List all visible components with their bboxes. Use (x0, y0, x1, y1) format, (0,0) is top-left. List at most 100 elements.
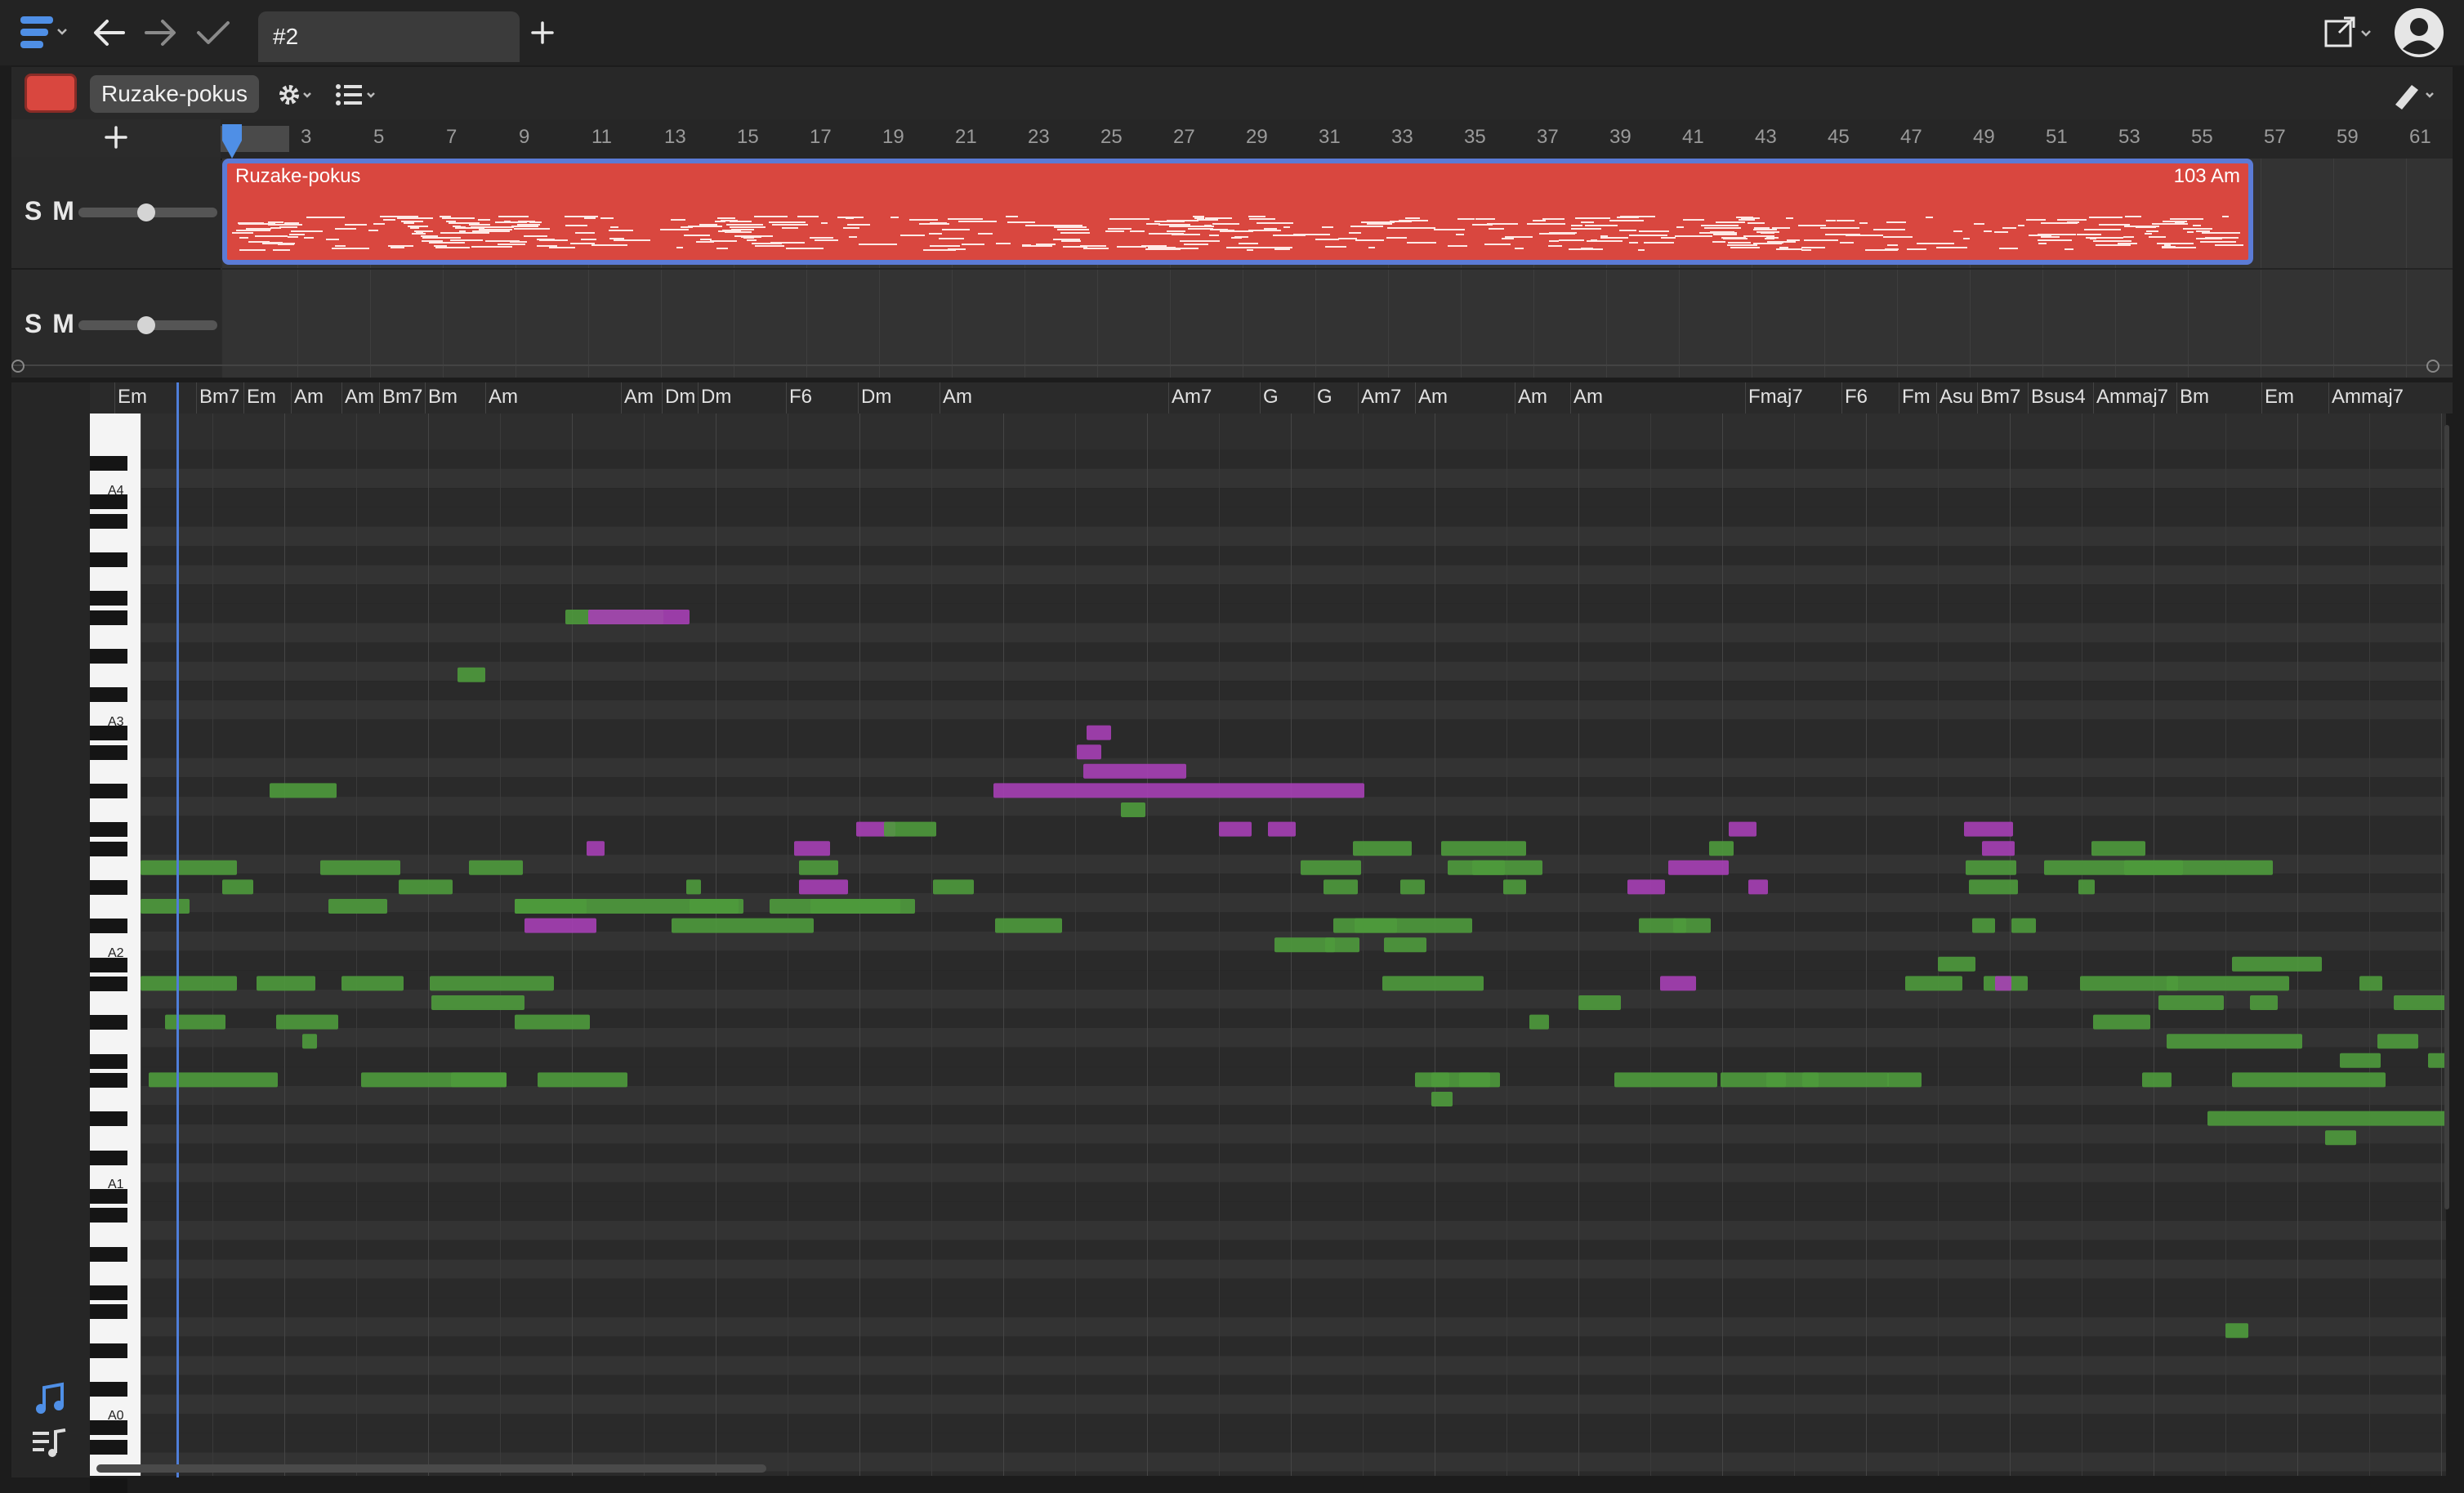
volume-knob[interactable] (137, 316, 155, 334)
black-key[interactable] (90, 1304, 127, 1320)
add-track-icon[interactable] (101, 123, 131, 156)
chord-label[interactable]: Ammaj7 (2332, 386, 2404, 409)
black-key[interactable] (90, 1343, 127, 1358)
bar-ruler[interactable]: 3 5 7 9 11 13 15 17 19 21 23 25 27 29 31 33 35 37 39 41 43 45… (221, 119, 2453, 160)
chord-label[interactable]: Am (624, 386, 654, 409)
chord-label[interactable]: Bm7 (382, 386, 422, 409)
black-key[interactable] (90, 1208, 127, 1223)
track-name-label[interactable]: Ruzake-pokus (90, 75, 259, 113)
chord-label[interactable]: Dm (701, 386, 731, 409)
chord-label[interactable]: Am7 (1172, 386, 1212, 409)
black-key[interactable] (90, 842, 127, 856)
black-key[interactable] (90, 880, 127, 896)
black-key[interactable] (90, 1439, 127, 1455)
playhead-line[interactable] (176, 382, 179, 1477)
hamburger-menu-icon[interactable] (15, 8, 72, 57)
chord-label[interactable]: Bm (2180, 386, 2209, 409)
black-key[interactable] (90, 1073, 127, 1088)
scroll-handle-right[interactable] (2426, 360, 2439, 373)
black-key[interactable] (90, 1246, 127, 1262)
chord-label[interactable]: F6 (789, 386, 812, 409)
chord-label[interactable]: Am (294, 386, 324, 409)
black-key[interactable] (90, 1015, 127, 1030)
tab-current[interactable]: #2 (258, 11, 520, 62)
volume-knob[interactable] (137, 203, 155, 221)
black-key[interactable] (90, 1381, 127, 1397)
black-key[interactable] (90, 513, 127, 529)
playhead-marker-icon[interactable] (221, 124, 243, 163)
mute-button[interactable]: M (52, 196, 76, 226)
midi-note-green (222, 879, 253, 895)
chord-label[interactable]: G (1317, 386, 1332, 409)
black-key[interactable] (90, 1285, 127, 1300)
clip-note-mark (306, 217, 345, 218)
black-key[interactable] (90, 784, 127, 799)
piano-keyboard[interactable]: A4 A3 A2 A1 A0 (90, 413, 141, 1493)
volume-slider[interactable] (78, 203, 217, 221)
scroll-handle-left[interactable] (11, 360, 25, 373)
chord-label[interactable]: Dm (861, 386, 891, 409)
vertical-scrollbar[interactable] (2444, 425, 2449, 1209)
chord-label[interactable]: Bm7 (1980, 386, 2020, 409)
chord-label[interactable]: Am (943, 386, 972, 409)
black-key[interactable] (90, 822, 127, 838)
chord-label[interactable]: Dm (665, 386, 695, 409)
chord-label[interactable]: Am7 (1361, 386, 1401, 409)
midi-note-green (1673, 918, 1711, 933)
midi-note-green (1614, 1072, 1717, 1088)
chord-label[interactable]: Em (118, 386, 147, 409)
black-key[interactable] (90, 649, 127, 664)
gear-icon[interactable] (275, 78, 320, 115)
chord-label[interactable]: Em (247, 386, 276, 409)
chord-label[interactable]: Bsus4 (2031, 386, 2086, 409)
solo-button[interactable]: S (25, 309, 43, 338)
user-avatar-icon[interactable] (2392, 8, 2446, 57)
black-key[interactable] (90, 1053, 127, 1069)
chord-label[interactable]: F6 (1845, 386, 1868, 409)
chord-label[interactable]: Ammaj7 (2096, 386, 2168, 409)
playlist-icon[interactable] (31, 1425, 69, 1465)
black-key[interactable] (90, 977, 127, 992)
list-icon[interactable] (333, 78, 382, 115)
black-key[interactable] (90, 1477, 127, 1493)
black-key[interactable] (90, 552, 127, 567)
chord-track[interactable]: Em Bm7 Em Am Am Bm7 Bm Am Am Dm Dm F6 Dm Am Am7 G G Am7 Am… (90, 382, 2453, 413)
checkmark-icon[interactable] (193, 8, 234, 57)
black-key[interactable] (90, 610, 127, 625)
chord-label[interactable]: Bm (428, 386, 458, 409)
track-color-swatch[interactable] (25, 74, 77, 113)
midi-note-green (141, 899, 190, 914)
arrangement-scrollbar[interactable] (11, 364, 2453, 366)
chord-label[interactable]: Am (1573, 386, 1603, 409)
black-key[interactable] (90, 591, 127, 606)
chord-label[interactable]: Asu (1940, 386, 1973, 409)
black-key[interactable] (90, 745, 127, 760)
black-key[interactable] (90, 1111, 127, 1127)
clip-note-mark (1274, 248, 1290, 250)
arrow-right-icon[interactable] (141, 8, 181, 57)
chord-label[interactable]: G (1263, 386, 1279, 409)
black-key[interactable] (90, 456, 127, 471)
chord-label[interactable]: Em (2265, 386, 2294, 409)
chord-label[interactable]: Am (1418, 386, 1448, 409)
plus-icon[interactable] (526, 8, 559, 57)
chord-label[interactable]: Am (489, 386, 518, 409)
chord-label[interactable]: Fm (1902, 386, 1931, 409)
chord-label[interactable]: Fmaj7 (1748, 386, 1803, 409)
chord-label[interactable]: Bm7 (199, 386, 239, 409)
volume-slider[interactable] (78, 316, 217, 334)
horizontal-scrollbar[interactable] (96, 1464, 766, 1473)
black-key[interactable] (90, 1150, 127, 1165)
chord-label[interactable]: Am (1518, 386, 1547, 409)
music-note-icon[interactable] (33, 1381, 69, 1421)
external-link-icon[interactable] (2322, 8, 2377, 57)
chord-label[interactable]: Am (345, 386, 374, 409)
mute-button[interactable]: M (52, 309, 76, 338)
black-key[interactable] (90, 919, 127, 934)
solo-button[interactable]: S (25, 196, 43, 226)
pencil-tool-icon[interactable] (2390, 78, 2443, 115)
midi-clip[interactable]: Ruzake-pokus 103 Am (222, 159, 2253, 265)
arrow-left-icon[interactable] (88, 8, 129, 57)
black-key[interactable] (90, 687, 127, 703)
note-grid[interactable] (141, 413, 2446, 1476)
